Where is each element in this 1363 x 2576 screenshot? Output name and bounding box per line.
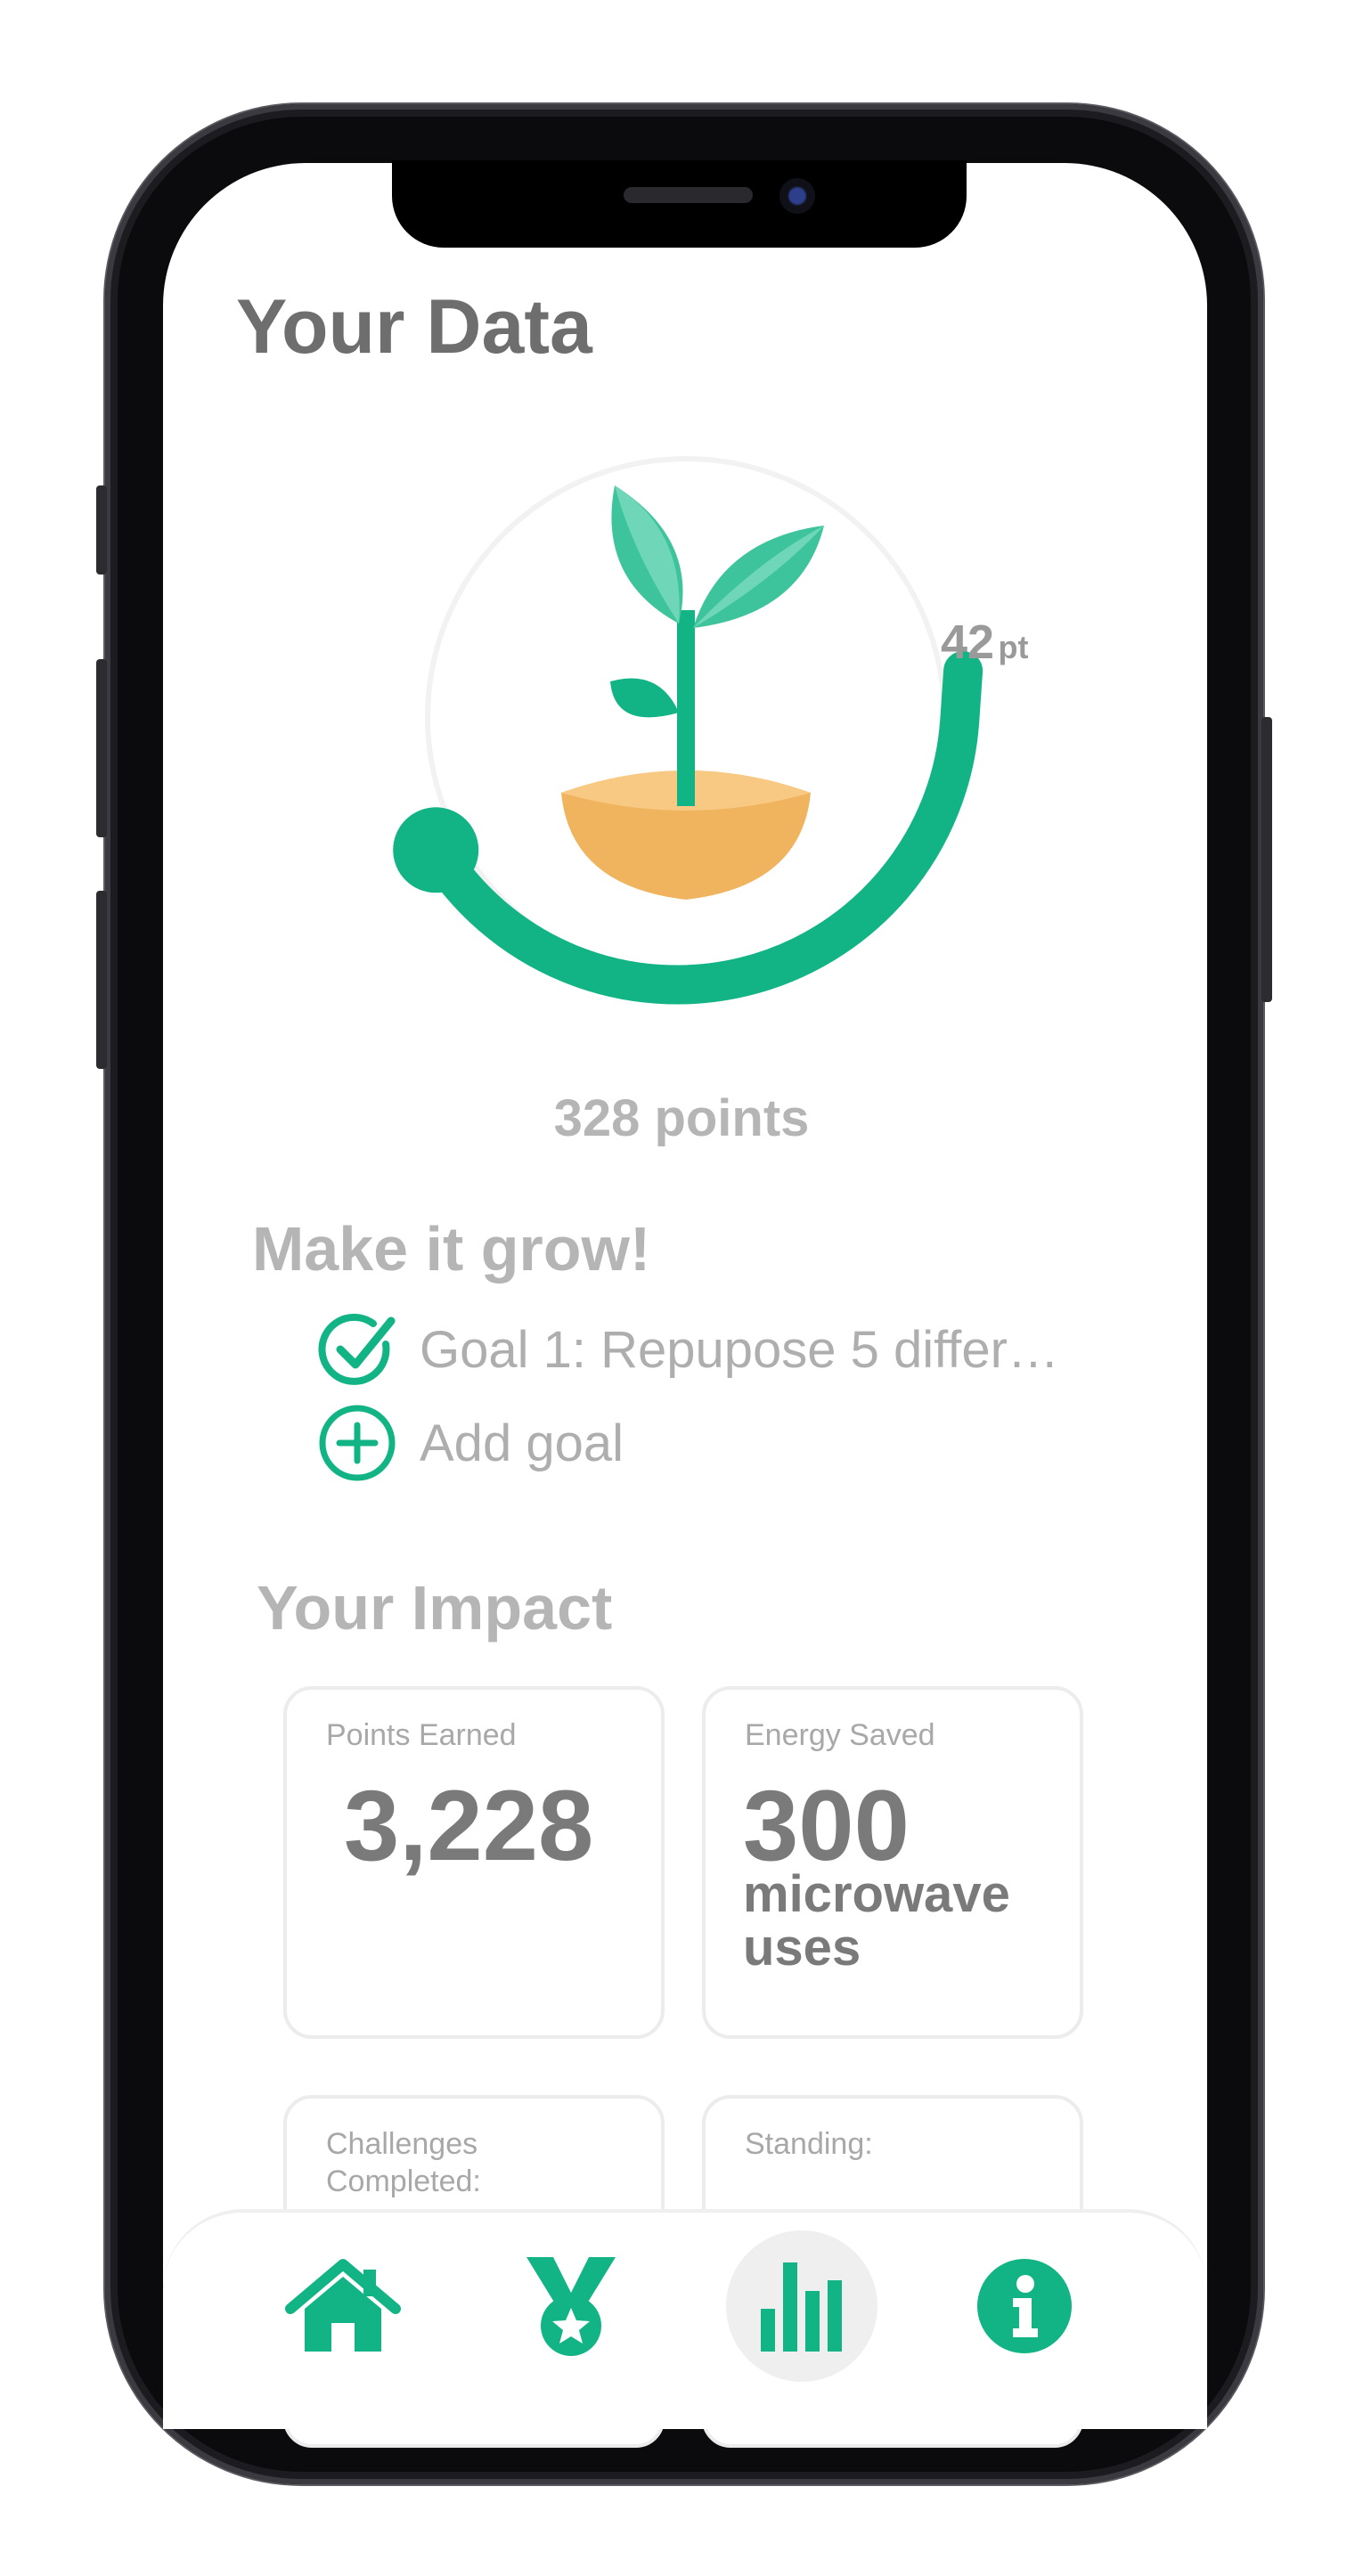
progress-start-knob: [393, 807, 479, 893]
bottom-nav: [163, 2209, 1207, 2429]
impact-card-label: Energy Saved: [745, 1718, 935, 1752]
add-goal-button[interactable]: Add goal: [316, 1403, 624, 1483]
side-button-volume-up: [96, 659, 107, 837]
page-title: Your Data: [236, 284, 592, 370]
goals-heading: Make it grow!: [252, 1214, 651, 1284]
check-circle-icon: [318, 1313, 396, 1385]
nav-home[interactable]: [267, 2230, 419, 2382]
points-badge-unit: pt: [998, 629, 1029, 665]
speaker-grille: [624, 187, 753, 203]
side-button-power: [1261, 717, 1272, 1002]
info-icon: [977, 2259, 1072, 2353]
impact-card-unit: microwave uses: [743, 1865, 1010, 1977]
add-goal-label: Add goal: [420, 1414, 624, 1472]
plus-circle-icon: [319, 1405, 396, 1481]
nav-info[interactable]: [949, 2230, 1100, 2382]
goal-item-1[interactable]: Goal 1: Repupose 5 differ…: [316, 1309, 1059, 1390]
plant-illustration: [561, 485, 824, 900]
side-button-volume-down: [96, 891, 107, 1069]
bar-chart-icon: [761, 2262, 842, 2352]
nav-achievements[interactable]: [495, 2230, 647, 2382]
total-points: 328 points: [553, 1089, 810, 1147]
impact-card-label: Standing:: [745, 2127, 873, 2161]
side-button-mute: [96, 485, 107, 575]
impact-card-label: Points Earned: [326, 1718, 517, 1752]
goal-item-label: Goal 1: Repupose 5 differ…: [420, 1320, 1059, 1379]
medal-icon: [526, 2257, 616, 2356]
front-camera: [779, 178, 815, 214]
impact-card-energy[interactable]: Energy Saved 300 microwave uses: [702, 1686, 1083, 2039]
notch: [392, 160, 967, 248]
points-badge: 42 pt: [941, 615, 1029, 670]
plant-stem: [677, 610, 695, 806]
impact-heading: Your Impact: [257, 1573, 613, 1643]
progress-ring: [393, 456, 983, 1005]
home-icon: [285, 2259, 401, 2352]
impact-card-points[interactable]: Points Earned 3,228: [283, 1686, 665, 2039]
impact-card-label: Challenges Completed:: [326, 2127, 481, 2198]
nav-data[interactable]: [726, 2230, 877, 2382]
plant-leaf-small: [610, 678, 679, 718]
points-badge-value: 42: [941, 615, 995, 669]
impact-card-value: 3,228: [344, 1770, 594, 1881]
